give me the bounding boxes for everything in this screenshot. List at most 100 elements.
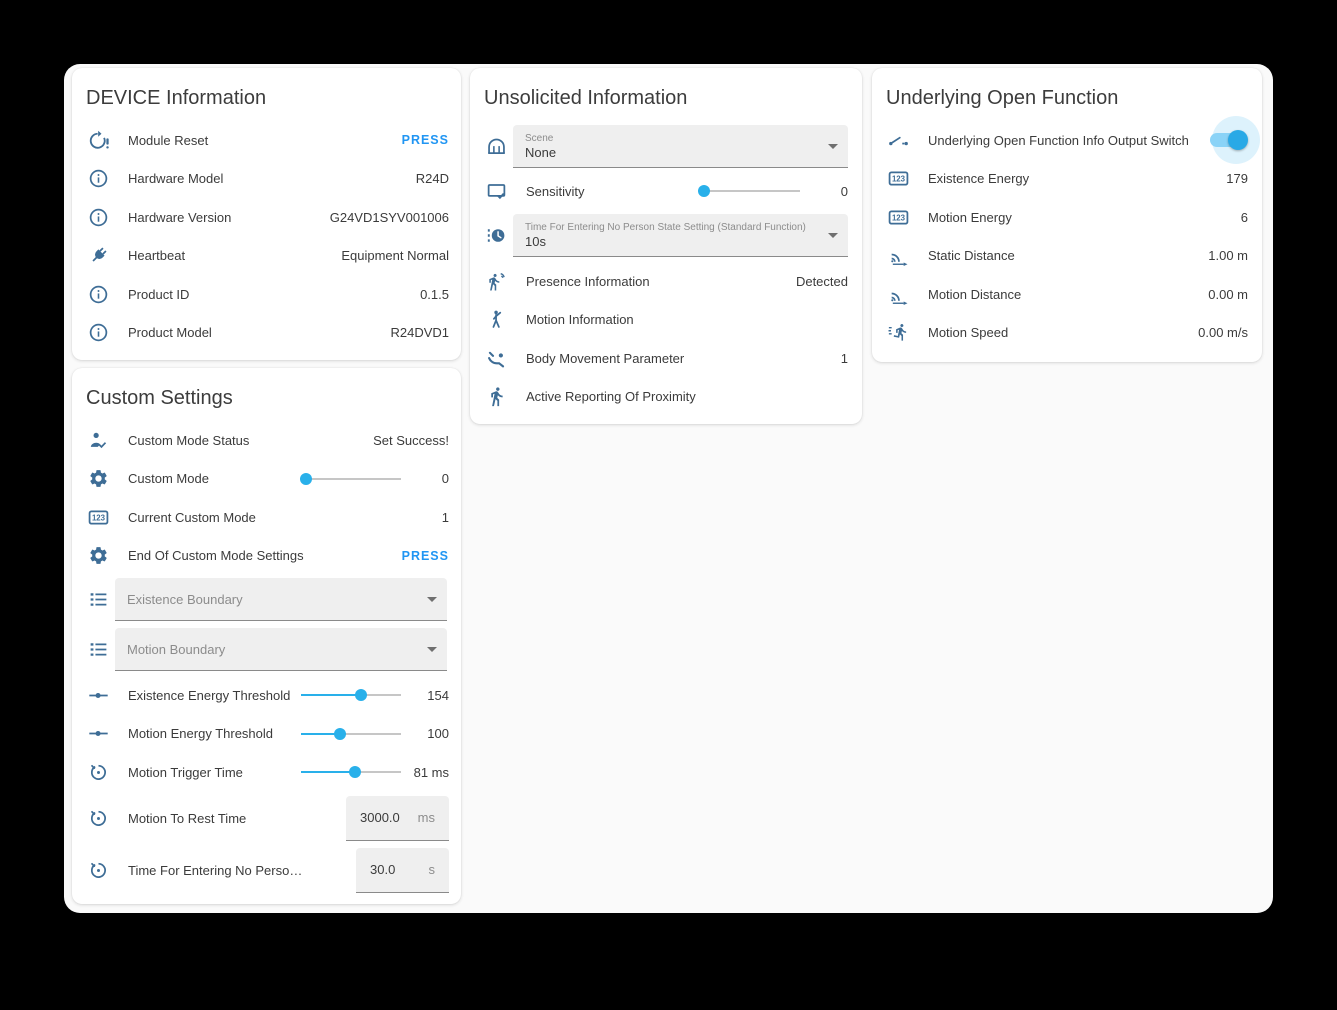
input-value[interactable]: 3000.0: [360, 810, 400, 825]
row-value: R24D: [416, 171, 449, 186]
motion-boundary-select[interactable]: Motion Boundary: [115, 628, 447, 671]
threshold-slider-icon: [88, 723, 109, 744]
row-motion-trigger-time: Motion Trigger Time 81 ms: [72, 753, 461, 792]
gear-icon: [88, 545, 109, 566]
row-value: 100: [401, 726, 449, 741]
row-motion-boundary: Motion Boundary: [72, 628, 461, 671]
list-icon: [88, 639, 109, 660]
unsolicited-information-card: Unsolicited Information Scene None Sensi…: [470, 68, 862, 424]
row-value: Detected: [796, 274, 848, 289]
info-icon: [88, 207, 109, 228]
row-label: Current Custom Mode: [128, 510, 442, 525]
slider-thumb[interactable]: [300, 473, 312, 485]
row-sensitivity: Sensitivity 0: [470, 168, 862, 214]
row-custom-mode-status: Custom Mode Status Set Success!: [72, 421, 461, 460]
custom-settings-card: Custom Settings Custom Mode Status Set S…: [72, 368, 461, 904]
presence-waves-icon: [486, 271, 507, 292]
end-of-custom-mode-press-button[interactable]: PRESS: [402, 549, 449, 563]
row-product-id: Product ID 0.1.5: [72, 275, 461, 314]
row-label: Motion Trigger Time: [128, 765, 301, 780]
timer-icon: [88, 860, 109, 881]
time-for-entering-no-person-input[interactable]: 30.0 s: [356, 848, 449, 893]
underlying-open-function-card: Underlying Open Function Underlying Open…: [872, 68, 1262, 362]
row-value: 81 ms: [401, 765, 449, 780]
slider-thumb[interactable]: [355, 689, 367, 701]
row-label: Motion Speed: [928, 325, 1198, 340]
sprint-icon: [888, 322, 909, 343]
input-value[interactable]: 30.0: [370, 862, 395, 877]
row-value: 179: [1226, 171, 1248, 186]
row-label: Hardware Version: [128, 210, 330, 225]
body-movement-icon: [486, 348, 507, 369]
chevron-down-icon: [828, 144, 838, 149]
row-label: Existence Energy: [928, 171, 1226, 186]
timer-icon: [88, 762, 109, 783]
scene-select[interactable]: Scene None: [513, 125, 848, 168]
row-end-of-custom-mode: End Of Custom Mode Settings PRESS: [72, 537, 461, 576]
row-value: R24DVD1: [390, 325, 449, 340]
row-value: 0.1.5: [420, 287, 449, 302]
custom-mode-slider[interactable]: [301, 469, 401, 489]
gear-icon: [88, 468, 109, 489]
select-label: Scene: [525, 132, 820, 145]
time-no-person-select[interactable]: Time For Entering No Person State Settin…: [513, 214, 848, 257]
slider-thumb[interactable]: [349, 766, 361, 778]
slider-thumb[interactable]: [698, 185, 710, 197]
slider-fill: [301, 771, 355, 773]
switch-symbol-icon: [888, 130, 909, 151]
select-label: Existence Boundary: [127, 592, 419, 607]
row-value: 1: [841, 351, 848, 366]
row-time-for-entering-no-person: Time For Entering No Perso… 30.0 s: [72, 845, 461, 896]
module-reset-press-button[interactable]: PRESS: [402, 133, 449, 147]
motion-trigger-time-slider[interactable]: [301, 762, 401, 782]
row-custom-mode: Custom Mode 0: [72, 460, 461, 499]
row-label: Motion Information: [526, 312, 848, 327]
info-icon: [88, 284, 109, 305]
row-value: 0.00 m: [1208, 287, 1248, 302]
row-label: Motion Energy: [928, 210, 1241, 225]
chevron-down-icon: [828, 233, 838, 238]
row-static-distance: Static Distance 1.00 m: [872, 237, 1262, 276]
walking-person-icon: [486, 386, 507, 407]
row-value: Set Success!: [373, 433, 449, 448]
existence-energy-threshold-slider[interactable]: [301, 685, 401, 705]
restart-alert-icon: [88, 130, 109, 151]
row-label: Body Movement Parameter: [526, 351, 841, 366]
scene-arch-icon: [486, 136, 507, 157]
list-icon: [88, 589, 109, 610]
row-motion-information: Motion Information: [470, 301, 862, 340]
row-module-reset: Module Reset PRESS: [72, 121, 461, 160]
motion-to-rest-time-input[interactable]: 3000.0 ms: [346, 796, 449, 841]
row-existence-boundary: Existence Boundary: [72, 578, 461, 621]
input-unit: s: [429, 862, 436, 877]
row-current-custom-mode: Current Custom Mode 1: [72, 498, 461, 537]
row-label: Custom Mode Status: [128, 433, 373, 448]
page-title: Custom Settings: [72, 368, 461, 412]
row-motion-energy-threshold: Motion Energy Threshold 100: [72, 715, 461, 754]
slider-thumb[interactable]: [334, 728, 346, 740]
row-label: Custom Mode: [128, 471, 301, 486]
row-label: Existence Energy Threshold: [128, 688, 301, 703]
row-product-model: Product Model R24DVD1: [72, 314, 461, 353]
row-label: Underlying Open Function Info Output Swi…: [928, 133, 1208, 148]
row-value: 6: [1241, 210, 1248, 225]
existence-boundary-select[interactable]: Existence Boundary: [115, 578, 447, 621]
row-motion-energy: Motion Energy 6: [872, 198, 1262, 237]
select-label: Time For Entering No Person State Settin…: [525, 221, 820, 234]
sensitivity-slider[interactable]: [700, 181, 800, 201]
row-label: Module Reset: [128, 133, 402, 148]
numbers-pin-icon: [888, 207, 909, 228]
info-output-switch-toggle[interactable]: [1208, 130, 1248, 150]
row-value: 0: [401, 471, 449, 486]
slider-track: [301, 478, 401, 480]
chevron-down-icon: [427, 647, 437, 652]
info-icon: [88, 168, 109, 189]
row-value: 0: [800, 184, 848, 199]
row-body-movement-parameter: Body Movement Parameter 1: [470, 339, 862, 378]
row-value: G24VD1SYV001006: [330, 210, 449, 225]
row-label: End Of Custom Mode Settings: [128, 548, 402, 563]
input-unit: ms: [418, 810, 435, 825]
motion-energy-threshold-slider[interactable]: [301, 724, 401, 744]
chevron-down-icon: [427, 597, 437, 602]
page-title: Underlying Open Function: [872, 68, 1262, 112]
